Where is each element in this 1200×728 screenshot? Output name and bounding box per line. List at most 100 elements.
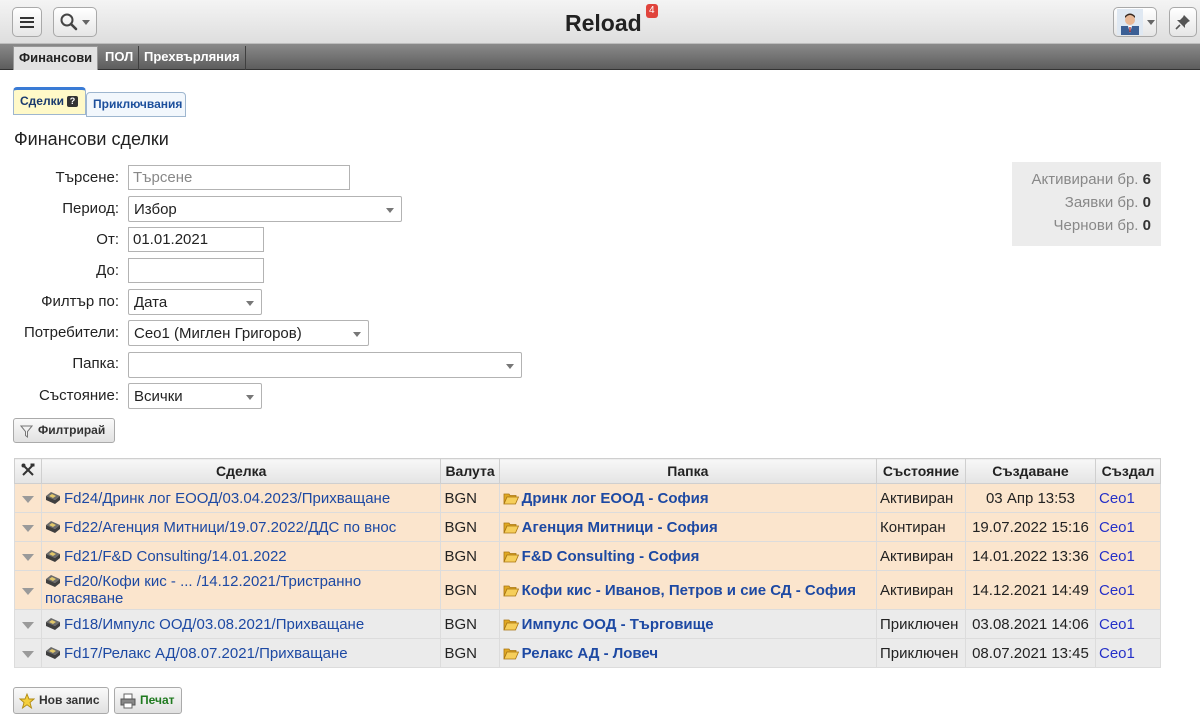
- stat-value: 6: [1142, 171, 1151, 188]
- deal-link[interactable]: Fd17/Релакс АД/08.07.2021/Прихващане: [64, 645, 348, 662]
- created-cell: 03.08.2021 14:06: [965, 609, 1096, 639]
- row-toggle[interactable]: [14, 483, 42, 513]
- creator-link[interactable]: Сео1: [1099, 616, 1135, 633]
- column-header[interactable]: Състояние: [876, 458, 966, 484]
- folder-link[interactable]: Импулс ООД - Търговище: [522, 616, 714, 633]
- creator-link[interactable]: Сео1: [1099, 548, 1135, 565]
- users-select[interactable]: Сео1 (Миглен Григоров): [128, 320, 369, 346]
- row-toggle[interactable]: [14, 512, 42, 542]
- menu-item-pol[interactable]: ПОЛ: [100, 46, 140, 70]
- filter-button[interactable]: Филтрирай: [13, 418, 115, 443]
- deal-link[interactable]: Fd22/Агенция Митници/19.07.2022/ДДС по в…: [64, 519, 396, 536]
- deal-link[interactable]: Fd21/F&D Consulting/14.01.2022: [64, 548, 287, 565]
- folder-link[interactable]: F&D Consulting - София: [522, 548, 700, 565]
- app-title: Reload: [565, 10, 642, 36]
- funnel-icon: [20, 425, 33, 438]
- filter-button-label: Филтрирай: [38, 423, 106, 437]
- folder-open-icon: [503, 619, 519, 630]
- deal-icon: [45, 646, 60, 659]
- expand-triangle-icon: [21, 587, 34, 595]
- user-menu-button[interactable]: [1113, 7, 1157, 37]
- folder-open-icon: [503, 522, 519, 533]
- deal-icon: [45, 549, 60, 562]
- currency-cell: BGN: [440, 570, 500, 610]
- row-toggle[interactable]: [14, 541, 42, 571]
- folder-cell: Агенция Митници - София: [498, 512, 878, 542]
- period-select[interactable]: Избор: [128, 196, 402, 222]
- status-value: Всички: [134, 388, 183, 405]
- folder-cell: Кофи кис - Иванов, Петров и сие СД - Соф…: [498, 570, 878, 610]
- creator-cell: Сео1: [1094, 609, 1162, 639]
- currency-cell: BGN: [440, 541, 500, 571]
- column-header[interactable]: Папка: [498, 458, 878, 484]
- deal-cell: Fd24/Дринк лог ЕООД/03.04.2023/Прихващан…: [40, 483, 442, 513]
- to-date-input[interactable]: [128, 258, 264, 283]
- folder-link[interactable]: Кофи кис - Иванов, Петров и сие СД - Соф…: [522, 582, 856, 599]
- from-date-input[interactable]: 01.01.2021: [128, 227, 264, 252]
- creator-cell: Сео1: [1094, 512, 1162, 542]
- tab-deals[interactable]: Сделки?: [13, 87, 86, 115]
- deal-link[interactable]: Fd24/Дринк лог ЕООД/03.04.2023/Прихващан…: [64, 490, 390, 507]
- deal-cell: Fd17/Релакс АД/08.07.2021/Прихващане: [40, 638, 442, 668]
- creator-link[interactable]: Сео1: [1099, 645, 1135, 662]
- deals-table: Сделка Валута Папка Състояние Създаване …: [14, 458, 1162, 668]
- folder-link[interactable]: Релакс АД - Ловеч: [522, 645, 658, 662]
- created-cell: 03 Апр 13:53: [965, 483, 1096, 513]
- expand-triangle-icon: [21, 524, 34, 532]
- tab-closings[interactable]: Приключвания: [86, 92, 186, 117]
- chevron-down-icon: [506, 364, 514, 369]
- avatar: [1117, 9, 1143, 35]
- pin-button[interactable]: [1169, 7, 1197, 37]
- chevron-down-icon: [82, 19, 90, 25]
- status-select[interactable]: Всички: [128, 383, 262, 409]
- column-header[interactable]: Създаване: [965, 458, 1096, 484]
- new-record-button[interactable]: Нов запис: [13, 687, 109, 714]
- stat-activated: Активирани бр. 6: [1012, 170, 1161, 193]
- creator-link[interactable]: Сео1: [1099, 490, 1135, 507]
- print-button[interactable]: Печат: [114, 687, 182, 714]
- folder-link[interactable]: Дринк лог ЕООД - София: [522, 490, 709, 507]
- deal-link[interactable]: Fd18/Импулс ООД/03.08.2021/Прихващане: [64, 616, 364, 633]
- creator-link[interactable]: Сео1: [1099, 582, 1135, 599]
- table-row: Fd17/Релакс АД/08.07.2021/Прихващане BGN…: [14, 638, 1162, 668]
- expand-triangle-icon: [21, 621, 34, 629]
- row-toggle[interactable]: [14, 570, 42, 610]
- table-row: Fd21/F&D Consulting/14.01.2022 BGN F&D C…: [14, 541, 1162, 571]
- row-toggle[interactable]: [14, 609, 42, 639]
- tab-closings-label: Приключвания: [93, 97, 183, 111]
- deal-link[interactable]: Fd20/Кофи кис - ... /14.12.2021/Тристран…: [45, 573, 361, 607]
- chevron-down-icon: [1147, 19, 1155, 25]
- column-header[interactable]: Валута: [440, 458, 500, 484]
- column-settings[interactable]: [14, 458, 42, 484]
- pin-icon: [1175, 15, 1190, 30]
- folder-select[interactable]: [128, 352, 522, 378]
- stats-panel: Активирани бр. 6 Заявки бр. 0 Чернови бр…: [1012, 162, 1161, 246]
- menu-item-transfers[interactable]: Прехвърляния: [139, 46, 246, 70]
- creator-link[interactable]: Сео1: [1099, 519, 1135, 536]
- search-menu-button[interactable]: [53, 7, 97, 37]
- status-label: Състояние:: [38, 387, 119, 404]
- deal-icon: [45, 617, 60, 630]
- tools-icon: [21, 463, 35, 476]
- folder-link[interactable]: Агенция Митници - София: [522, 519, 718, 536]
- folder-open-icon: [503, 551, 519, 562]
- filterby-label: Филтър по:: [41, 293, 119, 310]
- help-icon[interactable]: ?: [66, 96, 78, 108]
- column-header[interactable]: Сделка: [40, 458, 442, 484]
- stat-requests: Заявки бр. 0: [1012, 193, 1161, 216]
- creator-cell: Сео1: [1094, 483, 1162, 513]
- deal-cell: Fd22/Агенция Митници/19.07.2022/ДДС по в…: [40, 512, 442, 542]
- folder-cell: Импулс ООД - Търговище: [498, 609, 878, 639]
- filterby-select[interactable]: Дата: [128, 289, 262, 315]
- created-cell: 14.01.2022 13:36: [965, 541, 1096, 571]
- column-header[interactable]: Създал: [1094, 458, 1162, 484]
- menu-item-finance[interactable]: Финансови: [13, 46, 99, 70]
- main-menu-button[interactable]: [12, 7, 42, 37]
- table-row: Fd20/Кофи кис - ... /14.12.2021/Тристран…: [14, 570, 1162, 610]
- search-input[interactable]: Търсене: [128, 165, 350, 190]
- currency-cell: BGN: [440, 638, 500, 668]
- chevron-down-icon: [386, 208, 394, 213]
- tab-deals-label: Сделки: [20, 94, 64, 108]
- row-toggle[interactable]: [14, 638, 42, 668]
- notification-badge[interactable]: 4: [646, 4, 658, 18]
